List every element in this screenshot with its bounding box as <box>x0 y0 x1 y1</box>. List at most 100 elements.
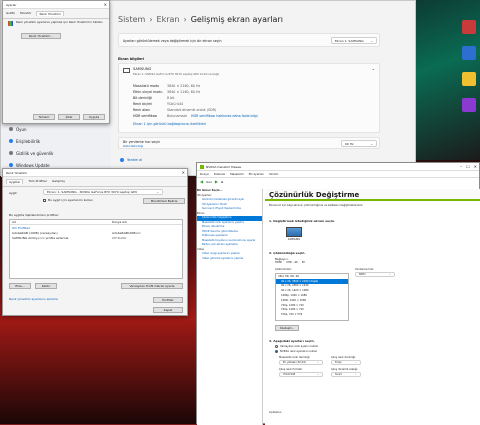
nvidia-main-panel: Çözünürlük Değiştirme Ekranınız için bil… <box>265 189 480 425</box>
tab-all-profiles[interactable]: Tüm Profiller <box>28 179 47 184</box>
breadcrumb-system[interactable]: Sistem <box>118 15 145 24</box>
monitor-icon <box>123 68 130 73</box>
desktop-icon-2[interactable] <box>462 46 476 60</box>
tab-uhd[interactable]: UHD - 4K <box>286 261 298 264</box>
dialog-tabs: Aygıtlar Tüm Profiller Gelişmiş <box>3 177 187 187</box>
minimize-icon[interactable]: – <box>460 164 462 169</box>
ok-button[interactable]: Tamam <box>33 114 55 120</box>
gaming-icon <box>9 127 13 131</box>
monitor-icon <box>286 227 302 237</box>
set-default-button[interactable]: Varsayılan Profil Olarak Ayarla <box>121 283 183 289</box>
color-management-button[interactable]: Renk Yönetimi... <box>21 33 61 39</box>
nvidia-control-panel: NVIDIA Denetim Masası – ☐ ✕ Dosya Düzenle … <box>196 162 480 425</box>
tab-pc[interactable]: PC <box>302 261 305 264</box>
profiles-button[interactable]: Profiller <box>153 297 183 303</box>
home-icon[interactable]: ⌂ <box>221 179 224 184</box>
customize-button[interactable]: Özelleştir... <box>275 325 299 331</box>
tree-item[interactable]: Video görüntü ayarlarını yapma <box>197 257 262 262</box>
accessibility-icon <box>9 139 13 143</box>
help-link[interactable]: Yardım al <box>120 158 142 162</box>
close-icon[interactable]: ✕ <box>104 2 107 7</box>
tab-devices[interactable]: Aygıtlar <box>6 179 24 184</box>
page-title: Gelişmiş ekran ayarları <box>190 15 283 24</box>
back-button[interactable]: Geri <box>206 180 212 184</box>
monitor-tile[interactable]: SAMSUNG <box>285 227 303 243</box>
output-format-label: Çıkış renk formatı: <box>279 368 303 371</box>
resolution-label: Çözünürlük: <box>275 267 292 271</box>
maximize-icon[interactable]: ☐ <box>466 164 470 169</box>
nav-item-privacy[interactable]: Gizlilik ve güvenlik <box>9 149 53 157</box>
task-tree: Bir Görev Seçin... 3D Ayarları Görüntü ö… <box>197 189 263 425</box>
identify-monitors-button[interactable]: Monitörleri Belirle <box>143 198 185 204</box>
menu-edit[interactable]: Düzenle <box>214 172 225 176</box>
hdr-info-link[interactable]: HDR sertifikası hakkında daha fazla bilg… <box>191 114 258 118</box>
nvidia-toolbar: ◀ Geri ▶ ⌂ <box>197 178 479 185</box>
apply-button[interactable]: Uygula <box>83 114 105 120</box>
tab-monitor[interactable]: Monitör <box>20 11 31 16</box>
chevron-up-icon[interactable]: ⌃ <box>372 68 375 73</box>
nav-item-accessibility[interactable]: Erişilebilirlik <box>9 137 40 145</box>
menu-help[interactable]: Yardım <box>269 172 278 176</box>
breadcrumb: Sistem › Ekran › Gelişmiş ekran ayarları <box>118 15 283 24</box>
nvidia-logo-icon <box>200 164 204 169</box>
breadcrumb-display[interactable]: Ekran <box>157 15 180 24</box>
select-display-dropdown[interactable]: Ekran 1: SAMSUNG ⌄ <box>331 37 377 44</box>
desktop-icon-3[interactable] <box>462 72 476 86</box>
nav-item-gaming[interactable]: Oyun <box>9 125 27 133</box>
menu-desktop[interactable]: Masaüstü <box>230 172 243 176</box>
select-display-label: Ayarları görüntülemek veya değiştirmek i… <box>123 39 222 43</box>
page-description: Ekranınız için bilgi ekranın çözünürlüğü… <box>269 204 364 207</box>
refresh-rate-label: Bir yenileme hızı seçin <box>123 140 161 144</box>
menu-file[interactable]: Dosya <box>200 172 209 176</box>
list-item[interactable]: 576p, 720 × 576 <box>276 312 348 317</box>
table-row[interactable]: SAMSUNG Ambiyo icc profile external m7.0.… <box>10 235 182 240</box>
step3-label: 3. Aşağıdaki ayarları seçin. <box>269 339 315 343</box>
add-button[interactable]: Ekle... <box>9 283 31 289</box>
color-management-dialog: Renk Yönetimi ✕ Aygıtlar Tüm Profiller G… <box>2 168 188 316</box>
close-icon[interactable]: ✕ <box>474 164 477 169</box>
desktop-depth-label: Masaüstü renk derinliği: <box>279 356 311 359</box>
radio-nvidia-color[interactable]: NVIDIA renk ayarlarını kullan <box>275 350 317 353</box>
tab-color-management[interactable]: Renk Yönetimi <box>36 11 64 16</box>
adapter-properties-link[interactable]: Ekran 1 için görüntü bağdaştırıcısı özel… <box>133 122 206 126</box>
display-info-card: SAMSUNG Ekran 1: NVIDIA GeForce RTX 3070… <box>118 63 380 133</box>
tab-hdmi[interactable]: HDMI <box>275 261 282 264</box>
cancel-button[interactable]: İptal <box>58 114 80 120</box>
dialog-titlebar: Ayarlar ✕ <box>3 1 109 9</box>
help-icon <box>120 158 124 162</box>
output-format-dropdown[interactable]: YCbCr444 ⌄ <box>279 372 323 377</box>
color-settings-info-link[interactable]: Renk yönetimi ayarlarını anlama <box>9 297 58 301</box>
monitor-name: SAMSUNG <box>133 67 152 71</box>
close-icon[interactable]: ✕ <box>182 170 185 175</box>
tab-graphics[interactable]: Grafik <box>6 11 15 16</box>
close-button[interactable]: Kapat <box>153 307 183 313</box>
forward-arrow-icon[interactable]: ▶ <box>215 179 218 184</box>
page-title: Çözünürlük Değiştirme <box>265 189 480 201</box>
remove-button[interactable]: Kaldır <box>35 283 57 289</box>
resolution-list[interactable]: Ultra HD, HD, SD 4K x 2K, 3840 × 2160 (d… <box>275 273 349 321</box>
tab-advanced[interactable]: Gelişmiş <box>52 179 65 184</box>
select-display-card: Ayarları görüntülemek veya değiştirmek i… <box>118 33 380 47</box>
output-depth-dropdown[interactable]: 8 bpc ⌄ <box>331 360 361 365</box>
desktop-depth-dropdown[interactable]: En yüksek (32-bit) ⌄ <box>279 360 323 365</box>
use-my-settings-checkbox[interactable]: Bu aygıt için ayarlarımı kullan <box>43 198 93 202</box>
color-icon <box>8 21 13 26</box>
dialog-text: Renk yönetimi ayarlarını yapmak için Ren… <box>16 20 104 24</box>
nvidia-menubar: Dosya Düzenle Masaüstü 3D Ayarları Yardı… <box>197 171 479 178</box>
device-label: Aygıt: <box>9 191 18 195</box>
radio-default-color[interactable]: Varsayılan renk ayarını kullan <box>275 345 318 348</box>
device-dropdown[interactable]: Ekran: 1. SAMSUNG - NVIDIA GeForce RTX 3… <box>43 189 163 195</box>
output-range-dropdown[interactable]: Sınırlı ⌄ <box>331 372 361 377</box>
back-arrow-icon[interactable]: ◀ <box>200 179 203 184</box>
refresh-dropdown[interactable]: 60Hz ⌄ <box>355 272 395 277</box>
profiles-label: Bu aygıtla ilişkilendirilen profiller: <box>9 213 60 217</box>
refresh-info-link[interactable]: Daha fazla bilgi <box>123 145 143 148</box>
menu-3d[interactable]: 3D Ayarları <box>249 172 264 176</box>
refresh-rate-dropdown[interactable]: 60 Hz ⌄ <box>341 140 377 147</box>
desktop-icon-1[interactable] <box>462 20 476 34</box>
desktop-icon-4[interactable] <box>462 98 476 112</box>
monitor-sub: Ekran 1: NVIDIA GeForce RTX 3070 Laptop … <box>133 72 220 76</box>
output-depth-label: Çıkış renk derinliği: <box>331 356 356 359</box>
connector-tabs: HDMI UHD - 4K PC <box>275 261 305 264</box>
footer-description: Açıklama: <box>269 411 282 414</box>
